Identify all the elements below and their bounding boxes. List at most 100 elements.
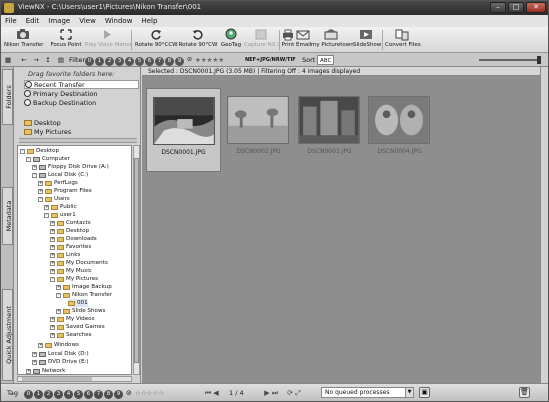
back-arrow-icon[interactable]: ← xyxy=(19,55,29,65)
no-rating-icon[interactable]: ⊘ xyxy=(187,55,192,65)
tag-6[interactable]: 6 xyxy=(84,390,93,399)
menu-window[interactable]: Window xyxy=(105,15,133,27)
tag-1[interactable]: 1 xyxy=(34,390,43,399)
nikon-transfer-button[interactable]: Nikon Transfer xyxy=(4,28,43,52)
queue-action-icon[interactable]: ▣ xyxy=(419,387,430,398)
browser-vertical-scrollbar[interactable] xyxy=(540,67,548,383)
tree-horizontal-scrollbar[interactable] xyxy=(17,376,132,382)
tree-node-user1[interactable]: - user1 xyxy=(44,211,76,219)
tree-node-program-files[interactable]: + Program Files xyxy=(38,187,92,195)
view-mode-icon[interactable]: ▤ xyxy=(56,55,66,65)
fit-view-icon[interactable]: ⤢ xyxy=(294,388,302,398)
tree-node-searches[interactable]: + Searches xyxy=(50,331,92,339)
rating-filter-stars[interactable]: ★★★★★ xyxy=(195,55,224,65)
sort-order-select[interactable]: ABC xyxy=(317,55,335,65)
menu-view[interactable]: View xyxy=(79,15,96,27)
my-picturetown-button[interactable]: my Picturetown xyxy=(311,28,354,52)
label-filter-5[interactable]: 5 xyxy=(135,57,144,66)
tree-node-computer[interactable]: - Computer xyxy=(26,155,70,163)
label-filter-9[interactable]: 9 xyxy=(175,57,184,66)
favorites-splitter[interactable] xyxy=(19,138,137,143)
tree-node-my-documents[interactable]: + My Documents xyxy=(50,259,108,267)
label-filter-4[interactable]: 4 xyxy=(125,57,134,66)
tree-node-perflogs[interactable]: + PerfLogs xyxy=(38,179,78,187)
label-filter-0[interactable]: 0 xyxy=(85,57,94,66)
menu-help[interactable]: Help xyxy=(141,15,157,27)
label-filter-8[interactable]: 8 xyxy=(165,57,174,66)
tree-node-links[interactable]: + Links xyxy=(50,251,80,259)
tree-node-my-music[interactable]: + My Music xyxy=(50,267,92,275)
tag-4[interactable]: 4 xyxy=(64,390,73,399)
tree-node-downloads[interactable]: + Downloads xyxy=(50,235,97,243)
tree-node-my-videos[interactable]: + My Videos xyxy=(50,315,95,323)
play-voice-memo-button[interactable]: Play Voice Memo xyxy=(85,28,131,52)
label-filter-7[interactable]: 7 xyxy=(155,57,164,66)
tree-node-users[interactable]: - Users xyxy=(38,195,70,203)
tag-3[interactable]: 3 xyxy=(54,390,63,399)
thumbnail-item[interactable]: DSCN0002.JPG xyxy=(221,88,296,172)
minimize-button[interactable]: – xyxy=(490,2,506,13)
focus-point-button[interactable]: Focus Point xyxy=(49,28,83,52)
tree-node-favorites[interactable]: + Favorites xyxy=(50,243,91,251)
tag-0[interactable]: 0 xyxy=(24,390,33,399)
tree-horizontal-scroll-thumb[interactable] xyxy=(22,377,92,381)
tree-vertical-scroll-thumb[interactable] xyxy=(134,158,139,363)
tag-9[interactable]: 9 xyxy=(114,390,123,399)
first-page-icon[interactable]: ⏮ xyxy=(204,388,212,398)
tree-node-nikon-transfer[interactable]: - Nikon Transfer xyxy=(56,291,112,299)
tree-node-my-pictures[interactable]: - My Pictures xyxy=(50,275,98,283)
tab-quick-adjustment[interactable]: Quick Adjustment xyxy=(2,289,13,381)
forward-arrow-icon[interactable]: → xyxy=(31,55,41,65)
tree-node-local-disk-c[interactable]: - Local Disk (C:) xyxy=(32,171,88,179)
up-folder-icon[interactable]: ↥ xyxy=(43,55,53,65)
label-filter-2[interactable]: 2 xyxy=(105,57,114,66)
format-filter[interactable]: NEF+JPG/NRW/TIF xyxy=(245,55,296,65)
favorite-primary-destination[interactable]: Primary Destination xyxy=(24,89,139,98)
tag-8[interactable]: 8 xyxy=(104,390,113,399)
thumbnail-item[interactable]: DSCN0004.JPG xyxy=(362,88,437,172)
capture-nx2-button[interactable]: Capture NX 2 xyxy=(244,28,281,52)
last-page-icon[interactable]: ⏭ xyxy=(271,388,279,398)
label-filter-6[interactable]: 6 xyxy=(145,57,154,66)
tree-node-local-disk-d[interactable]: + Local Disk (D:) xyxy=(32,350,89,358)
favorite-folder-my-pictures[interactable]: My Pictures xyxy=(24,127,139,136)
tree-vertical-scrollbar[interactable] xyxy=(133,145,140,375)
tab-metadata[interactable]: Metadata xyxy=(2,187,13,245)
tree-node-user-desktop[interactable]: + Desktop xyxy=(50,227,89,235)
print-button[interactable]: Print xyxy=(281,28,295,52)
favorite-folder-desktop[interactable]: Desktop xyxy=(24,118,139,127)
tag-7[interactable]: 7 xyxy=(94,390,103,399)
tag-5[interactable]: 5 xyxy=(74,390,83,399)
label-filter-1[interactable]: 1 xyxy=(95,57,104,66)
tree-node-image-backup[interactable]: + Image Backup xyxy=(56,283,112,291)
email-button[interactable]: Email xyxy=(296,28,311,52)
next-page-icon[interactable]: ▶ xyxy=(263,388,271,398)
rating-stars[interactable]: ☆☆☆☆☆ xyxy=(135,388,164,398)
process-queue-select[interactable]: No queued processes ▼ xyxy=(321,387,414,398)
tab-folders[interactable]: Folders xyxy=(2,69,13,125)
favorite-backup-destination[interactable]: Backup Destination xyxy=(24,98,139,107)
close-button[interactable]: ✕ xyxy=(526,2,546,13)
title-bar[interactable]: ViewNX - C:\Users\user1\Pictures\Nikon T… xyxy=(1,1,548,15)
menu-image[interactable]: Image xyxy=(48,15,70,27)
slideshow-button[interactable]: SlideShow xyxy=(353,28,381,52)
rotate-ccw-button[interactable]: Rotate 90°CCW xyxy=(135,28,178,52)
trash-icon[interactable]: 🗑 xyxy=(519,387,530,398)
label-filter-3[interactable]: 3 xyxy=(115,57,124,66)
previous-page-icon[interactable]: ◀ xyxy=(212,388,220,398)
geotag-button[interactable]: GeoTag xyxy=(219,28,243,52)
thumbnail-size-slider-knob[interactable] xyxy=(537,56,541,64)
tag-2[interactable]: 2 xyxy=(44,390,53,399)
tree-node-001[interactable]: 001 xyxy=(68,299,88,307)
tree-node-network[interactable]: + Network xyxy=(26,367,65,374)
thumbnail-item[interactable]: DSCN0003.JPG xyxy=(292,88,367,172)
tree-node-public[interactable]: + Public xyxy=(44,203,77,211)
rotate-view-icon[interactable]: ⟳ xyxy=(286,388,294,398)
tree-node-slide-shows[interactable]: + Slide Shows xyxy=(56,307,105,315)
favorite-recent-transfer[interactable]: Recent Transfer xyxy=(24,80,139,89)
convert-files-button[interactable]: Convert Files xyxy=(385,28,421,52)
tree-node-floppy-a[interactable]: + Floppy Disk Drive (A:) xyxy=(32,163,109,171)
thumbnail-item[interactable]: DSCN0001.JPG xyxy=(146,88,221,172)
clear-rating-icon[interactable]: ⊘ xyxy=(126,388,132,398)
rotate-cw-button[interactable]: Rotate 90°CW xyxy=(178,28,218,52)
